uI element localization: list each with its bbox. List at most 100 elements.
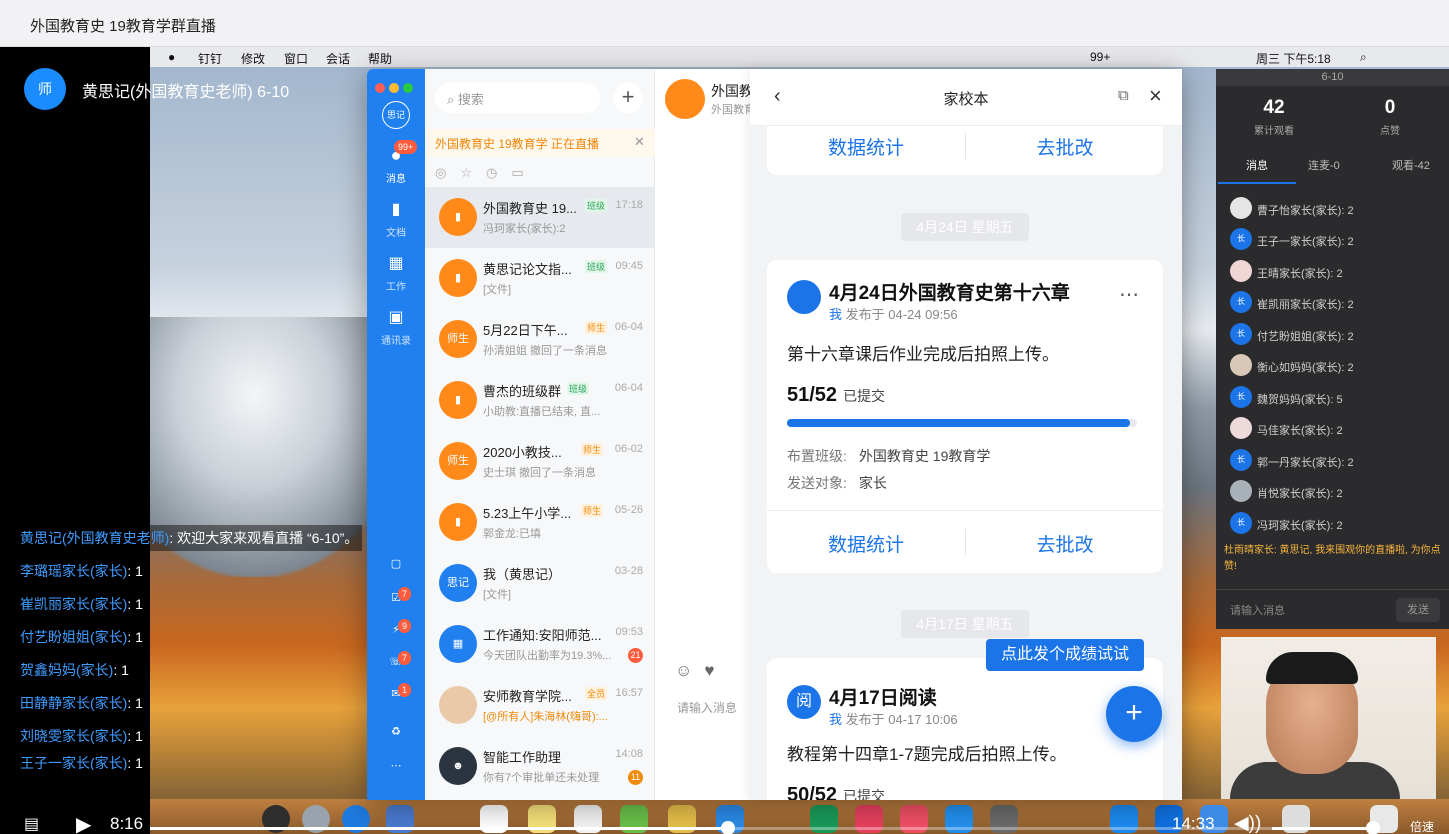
thumbs-up-icon: ♥ (704, 661, 727, 680)
search-icon: ⌕ (447, 92, 458, 107)
volume-icon[interactable]: ◀)) (1234, 812, 1261, 834)
more-options-icon[interactable]: ⋯ (1119, 282, 1139, 307)
contacts-icon[interactable]: ▣ (384, 307, 408, 331)
menu-item[interactable]: 钉钉 (198, 50, 222, 67)
live-comment: 贺鑫妈妈(家长): 1 (16, 657, 133, 683)
conversation-item[interactable]: 师生 5月22日下午... 师生 06-04 孙清姐姐 撤回了一条消息 (425, 309, 655, 370)
homework-description: 第十六章课后作业完成后拍照上传。 (787, 345, 1059, 364)
homework-meta: 我 发布于 04-24 09:56 (829, 307, 958, 322)
speed-button[interactable]: 倍速 (1410, 818, 1434, 834)
menu-item[interactable]: 窗口 (284, 50, 308, 67)
close-notice-button[interactable]: ✕ (634, 134, 645, 150)
ding-badge: 9 (398, 619, 412, 633)
work-icon[interactable]: ▦ (384, 253, 408, 277)
tab-messages[interactable]: 消息 (1246, 157, 1268, 173)
sidebar-item-work[interactable]: 工作 (367, 278, 425, 293)
add-homework-button[interactable]: + (1106, 686, 1162, 742)
send-button[interactable]: 发送 (1396, 598, 1440, 622)
conversation-item[interactable]: ▮ 曹杰的班级群 班级 06-04 小助教:直播已结束, 直... (425, 370, 655, 431)
minimize-window-button[interactable] (389, 83, 399, 93)
conversation-item[interactable]: 师生 2020小教技... 师生 06-02 史士琪 撤回了一条消息 (425, 431, 655, 492)
live-comment: 李璐瑶家长(家长): 1 (16, 558, 147, 584)
review-button[interactable]: 去批改 (966, 133, 1164, 160)
open-external-icon[interactable]: ⧉ (1118, 87, 1129, 104)
host-avatar: 师 (24, 68, 66, 110)
calendar-icon[interactable]: ▢ (384, 557, 408, 581)
like-highlight-message: 杜雨晴家长: 黄思记, 我来围观你的直播啦, 为你点赞! (1224, 545, 1441, 572)
menu-item[interactable]: 修改 (241, 50, 265, 67)
danmaku-toggle-icon[interactable]: ▤ (24, 814, 39, 834)
recycle-icon[interactable]: ♻ (384, 725, 408, 749)
live-comment: 田静静家长(家长): 1 (16, 690, 147, 716)
seek-knob[interactable] (721, 821, 736, 834)
chat-input[interactable]: 请输入消息 (677, 699, 737, 716)
submission-progress-bar (787, 419, 1137, 427)
clipboard-icon: ▭ (511, 165, 538, 180)
message-badge: 99+ (394, 140, 418, 154)
host-name: 黄思记(外国教育史老师) 6-10 (82, 84, 290, 101)
user-avatar: 思记 (439, 564, 477, 602)
at-icon: ◎ (435, 165, 461, 180)
live-comment: 王子一家长(家长): 1 (16, 756, 147, 770)
chat-toolbar[interactable]: ☺♥ (675, 661, 726, 681)
sidebar-item-contacts[interactable]: 通讯录 (367, 332, 425, 347)
phone-badge: 7 (398, 651, 412, 665)
live-comment: 付艺盼姐姐(家长): 1 (16, 624, 147, 650)
mail-badge: 1 (398, 683, 412, 697)
search-input[interactable]: ⌕ 搜索 (435, 83, 600, 113)
conversation-item[interactable]: 思记 我（黄思记） 03-28 [文件] (425, 553, 655, 614)
seek-bar[interactable] (150, 827, 1380, 830)
status-count: 99+ (1090, 50, 1111, 64)
sidebar-item-messages[interactable]: 消息 (367, 170, 425, 185)
user-avatar[interactable]: 思记 (382, 101, 410, 129)
tab-cohost[interactable]: 连麦-0 (1308, 157, 1340, 173)
conversation-item[interactable]: ▮ 黄思记论文指... 班级 09:45 [文件] (425, 248, 655, 309)
total-views-stat: 42 累计观看 (1254, 97, 1294, 137)
assigned-class: 布置班级: 外国教育史 19教育学 (787, 448, 991, 464)
group-avatar (439, 686, 477, 724)
menubar-clock: 周三 下午5:18 (1256, 52, 1331, 66)
group-avatar: 师生 (439, 320, 477, 358)
submission-count: 50/52 已提交 (787, 784, 886, 800)
live-message-input[interactable]: 请输入消息 发送 (1216, 589, 1449, 629)
live-comment: 黄思记(外国教育史老师): 欢迎大家来观看直播 “6-10”。 (16, 525, 363, 551)
conversation-item[interactable]: ☻ 智能工作助理 14:08 你有7个审批单还未处理 11 (425, 736, 655, 797)
chat-subtitle: 外国教育 (711, 104, 755, 116)
data-stats-button[interactable]: 数据统计 (767, 133, 965, 160)
maximize-window-button[interactable] (403, 83, 413, 93)
homework-card[interactable]: 阅 4月17日阅读 我 发布于 04-17 10:06 教程第十四章1-7题完成… (767, 658, 1163, 800)
more-icon[interactable]: ⋯ (384, 759, 408, 783)
clock-icon: ◷ (486, 165, 512, 180)
grade-tip[interactable]: 点此发个成绩试试 (986, 639, 1144, 671)
review-button[interactable]: 去批改 (966, 530, 1164, 557)
conversation-item[interactable]: ▮ 外国教育史 19... 班级 17:18 冯珂家长(家长):2 (425, 187, 655, 248)
add-button[interactable]: + (613, 83, 643, 113)
homework-card[interactable]: 4月24日外国教育史第十六章 ⋯ 我 发布于 04-24 09:56 第十六章课… (767, 260, 1163, 573)
tab-viewers[interactable]: 观看-42 (1392, 157, 1430, 173)
volume-bar[interactable] (1272, 827, 1372, 830)
menu-item[interactable]: 会话 (326, 50, 350, 67)
current-time: 8:16 (110, 814, 144, 833)
menu-item[interactable]: 帮助 (368, 50, 392, 67)
volume-knob[interactable] (1366, 821, 1380, 834)
data-stats-button[interactable]: 数据统计 (767, 530, 965, 557)
conversation-item[interactable]: 安师教育学院... 全员 16:57 [@所有人]朱海林(嗨哥):... (425, 675, 655, 736)
conversation-item[interactable]: ▦ 工作通知:安阳师范... 09:53 今天团队出勤率为19.3%... 21 (425, 614, 655, 675)
star-icon: ☆ (460, 165, 486, 180)
close-window-button[interactable] (375, 83, 385, 93)
search-icon[interactable]: ⌕ (1360, 50, 1367, 65)
conversation-item[interactable]: ▮ 5.23上午小学... 师生 05-26 郭金龙:已填 (425, 492, 655, 553)
group-avatar: ▮ (439, 259, 477, 297)
filter-toolbar[interactable]: ◎☆◷▭ (435, 165, 538, 181)
reading-icon: 阅 (787, 685, 821, 719)
chat-title: 外国教 (711, 83, 753, 99)
live-notice-banner[interactable]: 外国教育史 19教育学 正在直播 (425, 129, 655, 157)
robot-icon: ☻ (439, 747, 477, 785)
panel-header: ‹ 家校本 ⧉ × (750, 69, 1182, 126)
close-icon[interactable]: × (1149, 83, 1162, 109)
sidebar-item-docs[interactable]: 文档 (367, 224, 425, 239)
unread-badge: 11 (628, 770, 643, 785)
document-icon[interactable]: ▮ (384, 199, 408, 223)
homework-title: 4月24日外国教育史第十六章 (829, 283, 1070, 304)
play-button[interactable]: ▶ (76, 812, 91, 834)
